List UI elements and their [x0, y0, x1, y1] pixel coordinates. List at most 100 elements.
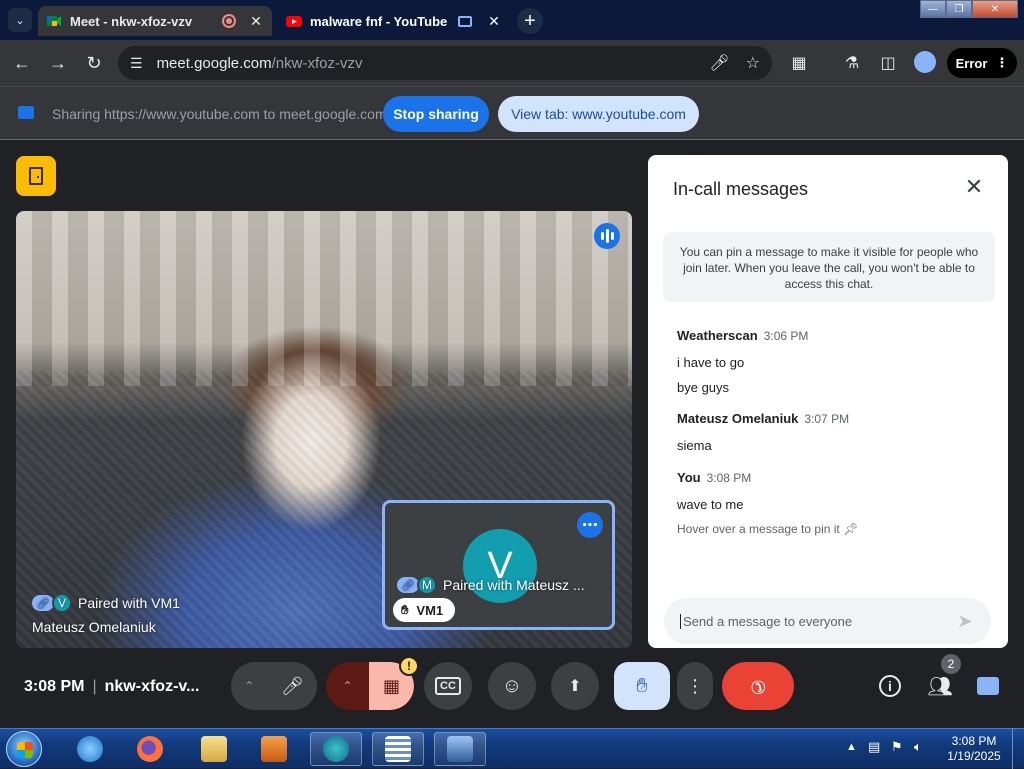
stop-sharing-button[interactable]: Stop sharing — [383, 96, 489, 132]
taskbar-file-explorer[interactable] — [188, 732, 240, 766]
site-info-icon[interactable]: ☰ — [130, 55, 143, 72]
call-controls-bar: 3:08 PM | nkw-xfoz-v... ⌃ 🎤︎ ⌃ ▦ ! CC ☺ ⬆ … — [0, 648, 1024, 728]
chat-bubble-icon — [977, 677, 999, 695]
mic-options-chevron-icon[interactable]: ⌃ — [244, 679, 254, 693]
meeting-details-button[interactable]: i — [866, 662, 914, 710]
back-button[interactable]: ← — [10, 51, 34, 75]
kebab-menu-icon: ⋮ — [995, 55, 1009, 70]
screen-share-icon — [18, 106, 34, 119]
plus-icon: + — [524, 9, 536, 32]
window-close-button[interactable]: ✕ — [972, 0, 1018, 18]
profile-avatar-icon[interactable] — [914, 51, 936, 73]
chevron-down-icon: ⌄ — [15, 14, 25, 27]
camera-warning-badge: ! — [399, 656, 419, 676]
tile-more-options-button[interactable]: ⋯ — [577, 512, 603, 538]
send-icon[interactable]: ➤ — [955, 611, 975, 631]
message-input[interactable]: Send a message to everyone — [680, 613, 955, 629]
internet-explorer-icon — [77, 736, 103, 762]
view-tab-button[interactable]: View tab: www.youtube.com — [498, 96, 699, 132]
paired-text: Paired with Mateusz ... — [443, 577, 585, 593]
kebab-menu-icon: ⋮ — [686, 675, 704, 696]
captions-button[interactable]: CC — [424, 662, 472, 710]
tab-search-button[interactable]: ⌄ — [8, 8, 32, 32]
reload-button[interactable]: ↻ — [82, 51, 106, 75]
message-time: 3:08 PM — [706, 471, 752, 485]
taskbar-chrome-app[interactable] — [310, 732, 362, 766]
bookmark-star-icon[interactable]: ☆ — [746, 53, 760, 73]
new-tab-button[interactable]: + — [517, 8, 543, 34]
tab-sharing-bar: Sharing https://www.youtube.com to meet.… — [0, 86, 1024, 140]
extensions-icon[interactable]: ▦ — [787, 51, 811, 75]
network-icon[interactable]: ▤ — [868, 739, 880, 755]
reload-icon: ↻ — [86, 52, 102, 73]
message-text: i have to go — [677, 355, 745, 370]
paired-text: Paired with VM1 — [78, 595, 180, 611]
minimize-button[interactable]: — — [920, 0, 946, 18]
taskbar-remote-desktop[interactable] — [434, 732, 486, 766]
paired-label: 🔗︎ V Paired with VM1 — [32, 593, 180, 613]
message-text: bye guys — [677, 380, 730, 395]
close-tab-icon[interactable]: ✕ — [486, 13, 502, 30]
browser-toolbar: ← → ↻ ☰ meet.google.com/nkw-xfoz-vzv 🎤︎ … — [0, 40, 1024, 86]
show-hidden-icons-icon[interactable]: ▲ — [846, 741, 857, 753]
labs-flask-icon[interactable]: ⚗ — [840, 51, 864, 75]
address-bar[interactable]: ☰ meet.google.com/nkw-xfoz-vzv 🎤︎ ☆ — [118, 46, 772, 80]
message-composer[interactable]: Send a message to everyone ➤ — [664, 598, 991, 644]
error-menu-button[interactable]: Error ⋮ — [947, 48, 1017, 78]
pin-hint: Hover over a message to pin it 📌︎ — [677, 522, 858, 536]
meeting-room-button[interactable] — [16, 156, 56, 196]
present-button[interactable]: ⬆ — [551, 662, 599, 710]
present-screen-icon: ⬆ — [568, 678, 582, 695]
taskbar-firefox[interactable] — [124, 732, 176, 766]
camera-options-chevron-icon[interactable]: ⌃ — [326, 679, 369, 693]
window-controls: — ❐ ✕ — [920, 0, 1018, 18]
chrome-app-icon — [323, 736, 349, 762]
taskbar-media-player[interactable] — [248, 732, 300, 766]
list-window-icon — [385, 736, 411, 762]
folder-icon — [201, 736, 227, 762]
tab-meet[interactable]: Meet - nkw-xfoz-vzv ✕ — [38, 6, 272, 36]
self-video-tile[interactable]: V ⋯ 🔗︎ M Paired with Mateusz ... ✋︎ VM1 — [382, 500, 615, 630]
people-icon: 👥︎ — [927, 675, 953, 698]
forward-button[interactable]: → — [46, 51, 70, 75]
taskbar-clock[interactable]: 3:08 PM 1/19/2025 — [944, 734, 1004, 764]
message-text: wave to me — [677, 497, 744, 512]
more-options-button[interactable]: ⋮ — [677, 662, 713, 710]
volume-icon[interactable]: 🔈︎ — [914, 739, 922, 755]
message-group[interactable]: You 3:08 PM wave to me Hover over a messa… — [677, 469, 858, 536]
taskbar-list-app[interactable] — [372, 732, 424, 766]
close-panel-button[interactable]: ✕ — [962, 174, 986, 199]
tab-youtube[interactable]: malware fnf - YouTube ✕ — [278, 6, 510, 36]
panel-title: In-call messages — [673, 179, 809, 199]
sharing-status-text: Sharing https://www.youtube.com to meet.… — [52, 106, 387, 122]
leave-call-button[interactable]: ✆ — [722, 662, 794, 710]
closed-captions-icon: CC — [435, 677, 461, 695]
reactions-button[interactable]: ☺ — [488, 662, 536, 710]
microphone-icon[interactable]: 🎤︎ — [281, 676, 304, 697]
show-desktop-button[interactable] — [1012, 729, 1024, 769]
participant-name: Mateusz Omelaniuk — [32, 619, 156, 635]
pin-hint-text: Hover over a message to pin it — [677, 522, 840, 536]
taskbar-internet-explorer[interactable] — [64, 732, 116, 766]
raised-hand-icon: ✋︎ — [636, 674, 648, 697]
pin-icon[interactable]: 📌︎ — [843, 522, 858, 536]
message-time: 3:06 PM — [763, 329, 809, 343]
link-icon: 🔗︎ — [32, 595, 54, 611]
side-panel-icon[interactable]: ◫ — [876, 51, 900, 75]
url-path: /nkw-xfoz-vzv — [271, 54, 363, 72]
browser-tabstrip: ⌄ Meet - nkw-xfoz-vzv ✕ malware fnf - Yo… — [0, 0, 1024, 40]
more-dots-icon: ⋯ — [582, 517, 598, 534]
chat-button[interactable] — [964, 662, 1012, 710]
action-center-flag-icon[interactable]: ⚑ — [891, 739, 903, 755]
people-button[interactable]: 👥︎ — [916, 662, 964, 710]
raise-hand-button[interactable]: ✋︎ — [614, 662, 670, 710]
restore-button[interactable]: ❐ — [946, 0, 972, 18]
message-group[interactable]: Mateusz Omelaniuk 3:07 PM siema — [677, 410, 849, 453]
start-button[interactable] — [6, 731, 42, 767]
emoji-icon: ☺ — [501, 674, 523, 697]
separator: | — [92, 678, 97, 695]
microphone-icon[interactable]: 🎤︎ — [709, 53, 729, 73]
message-time: 3:07 PM — [804, 412, 850, 426]
close-tab-icon[interactable]: ✕ — [248, 13, 264, 30]
message-group[interactable]: Weatherscan 3:06 PM i have to go bye guys — [677, 327, 808, 395]
